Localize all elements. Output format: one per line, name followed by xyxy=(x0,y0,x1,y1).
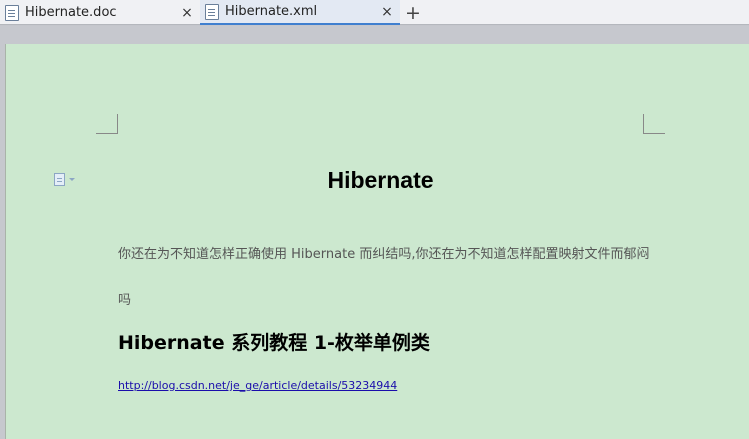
close-icon[interactable]: × xyxy=(378,4,396,20)
tab-label: Hibernate.xml xyxy=(225,4,318,19)
new-tab-button[interactable]: + xyxy=(401,0,425,25)
tab-label: Hibernate.doc xyxy=(25,5,117,20)
intro-paragraph: 你还在为不知道怎样正确使用 Hibernate 而纠结吗,你还在为不知道怎样配置… xyxy=(118,247,650,308)
margin-corner-top-right xyxy=(643,114,665,134)
document-icon xyxy=(5,4,19,21)
margin-corner-top-left xyxy=(96,114,118,134)
article-link[interactable]: http://blog.csdn.net/je_ge/article/detai… xyxy=(118,379,397,392)
document-title: Hibernate xyxy=(327,167,434,193)
close-icon[interactable]: × xyxy=(178,5,196,21)
tab-hibernate-doc[interactable]: Hibernate.doc × xyxy=(0,0,200,25)
document-icon xyxy=(54,172,65,186)
document-workspace: Hibernate 你还在为不知道怎样正确使用 Hibernate 而纠结吗,你… xyxy=(0,26,749,439)
chevron-down-icon xyxy=(69,177,75,181)
paragraph-menu[interactable] xyxy=(54,171,84,187)
tab-bar: Hibernate.doc × Hibernate.xml × + xyxy=(0,0,749,25)
document-icon xyxy=(205,3,219,20)
tab-hibernate-xml[interactable]: Hibernate.xml × xyxy=(200,0,400,25)
document-page[interactable]: Hibernate 你还在为不知道怎样正确使用 Hibernate 而纠结吗,你… xyxy=(5,44,749,439)
section-heading: Hibernate 系列教程 1-枚举单例类 xyxy=(118,332,430,354)
